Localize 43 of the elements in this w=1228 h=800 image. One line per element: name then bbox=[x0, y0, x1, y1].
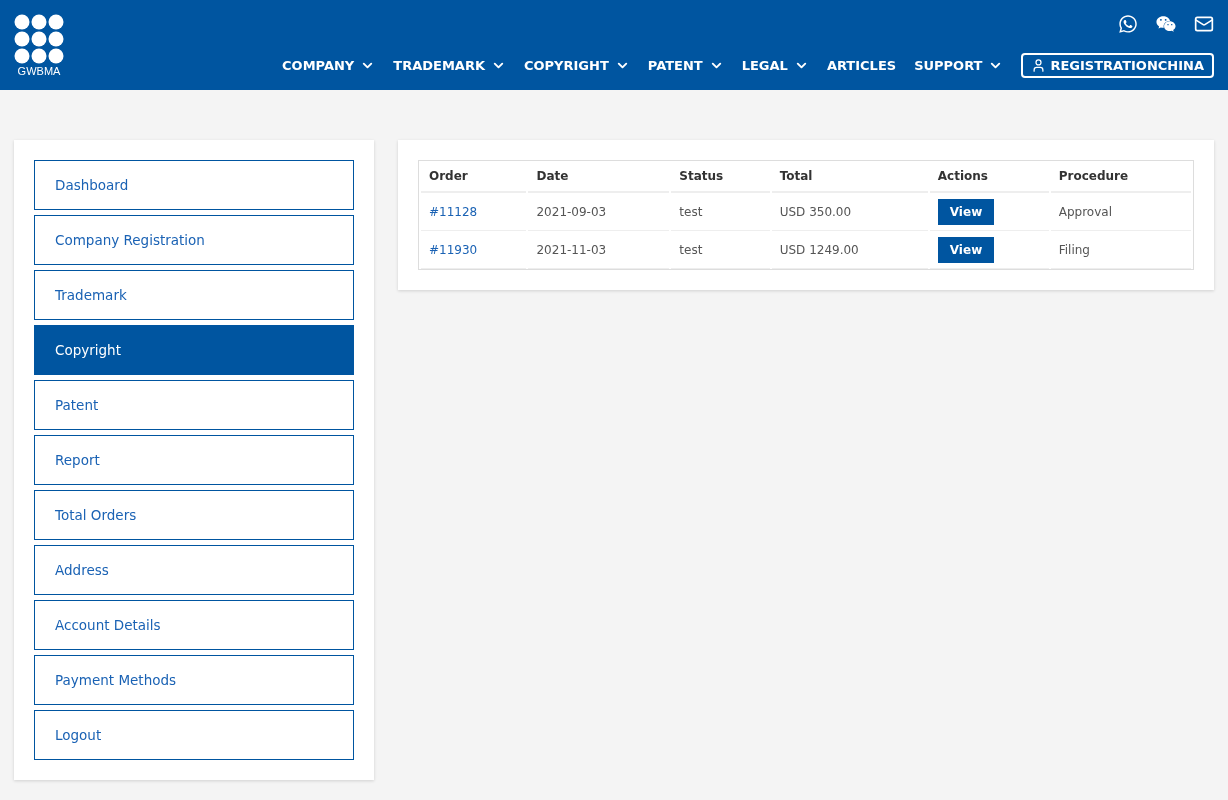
nav-item[interactable]: COPYRIGHT bbox=[524, 58, 630, 73]
table-cell: 2021-11-03 bbox=[528, 231, 670, 269]
table-cell: test bbox=[671, 231, 770, 269]
mail-icon[interactable] bbox=[1194, 14, 1214, 34]
nav-item[interactable]: COMPANY bbox=[282, 58, 376, 73]
view-button[interactable]: View bbox=[937, 198, 995, 225]
table-cell: test bbox=[671, 193, 770, 231]
column-header: Order bbox=[421, 161, 527, 193]
sidebar-item[interactable]: Company Registration bbox=[34, 215, 354, 265]
logo-icon bbox=[14, 14, 64, 64]
view-button[interactable]: View bbox=[937, 236, 995, 263]
sidebar-item[interactable]: Total Orders bbox=[34, 490, 354, 540]
column-header: Procedure bbox=[1050, 161, 1191, 193]
whatsapp-icon[interactable] bbox=[1118, 14, 1138, 34]
nav-item[interactable]: PATENT bbox=[647, 58, 724, 73]
table-cell: Filing bbox=[1050, 231, 1191, 269]
column-header: Status bbox=[671, 161, 770, 193]
sidebar-item[interactable]: Logout bbox=[34, 710, 354, 760]
sidebar-item[interactable]: Dashboard bbox=[34, 160, 354, 210]
table-cell: USD 1249.00 bbox=[771, 231, 928, 269]
column-header: Date bbox=[528, 161, 670, 193]
column-header: Actions bbox=[929, 161, 1049, 193]
column-header: Total bbox=[771, 161, 928, 193]
nav-item[interactable]: LEGAL bbox=[741, 58, 809, 73]
nav-item[interactable]: ARTICLES bbox=[826, 58, 897, 73]
table-cell: USD 350.00 bbox=[771, 193, 928, 231]
sidebar-item[interactable]: Patent bbox=[34, 380, 354, 430]
table-cell: 2021-09-03 bbox=[528, 193, 670, 231]
sidebar-item[interactable]: Copyright bbox=[34, 325, 354, 375]
order-link[interactable]: #11128 bbox=[429, 204, 478, 219]
logo-text: GWBMA bbox=[17, 65, 61, 77]
sidebar-item[interactable]: Report bbox=[34, 435, 354, 485]
sidebar-item[interactable]: Trademark bbox=[34, 270, 354, 320]
account-button[interactable]: REGISTRATIONCHINA bbox=[1021, 53, 1214, 78]
nav-item[interactable]: SUPPORT bbox=[914, 58, 1004, 73]
chat-bubbles-icon[interactable] bbox=[1156, 14, 1176, 34]
order-link[interactable]: #11930 bbox=[429, 242, 478, 257]
nav-item[interactable]: TRADEMARK bbox=[393, 58, 506, 73]
user-icon bbox=[1031, 58, 1047, 73]
sidebar-item[interactable]: Address bbox=[34, 545, 354, 595]
sidebar-item[interactable]: Account Details bbox=[34, 600, 354, 650]
table-cell: Approval bbox=[1050, 193, 1191, 231]
sidebar-item[interactable]: Payment Methods bbox=[34, 655, 354, 705]
